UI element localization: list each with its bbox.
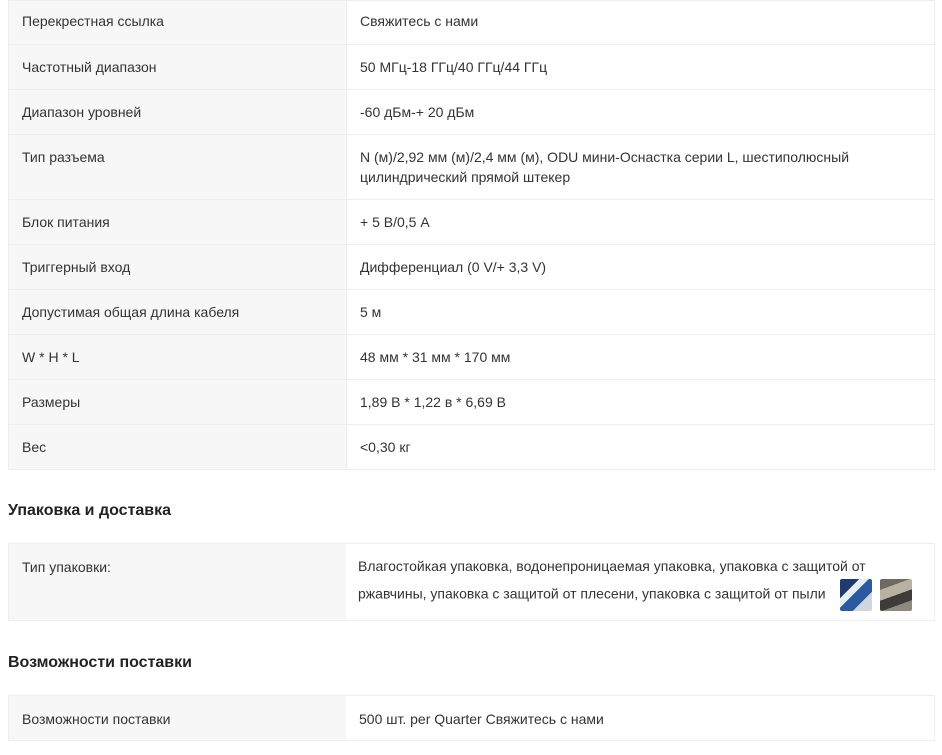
spec-key: Перекрестная ссылка — [8, 0, 347, 45]
table-row: W * H * L 48 мм * 31 мм * 170 мм — [8, 334, 935, 380]
packaging-row: Тип упаковки: Влагостойкая упаковка, вод… — [8, 543, 935, 621]
spec-value: <0,30 кг — [346, 424, 935, 470]
spec-key: Вес — [8, 424, 347, 470]
packaging-value: Влагостойкая упаковка, водонепроницаемая… — [358, 558, 866, 602]
spec-key: Частотный диапазон — [8, 44, 347, 90]
spec-key: Допустимая общая длина кабеля — [8, 289, 347, 335]
supply-row: Возможности поставки 500 шт. per Quarter… — [8, 695, 935, 741]
supply-key: Возможности поставки — [9, 696, 346, 740]
spec-key: Диапазон уровней — [8, 89, 347, 135]
spec-value: Дифференциал (0 V/+ 3,3 V) — [346, 244, 935, 290]
spec-key: Блок питания — [8, 199, 347, 245]
table-row: Блок питания + 5 В/0,5 А — [8, 199, 935, 245]
packaging-key: Тип упаковки: — [9, 544, 346, 620]
table-row: Размеры 1,89 В * 1,22 в * 6,69 В — [8, 379, 935, 425]
table-row: Триггерный вход Дифференциал (0 V/+ 3,3 … — [8, 244, 935, 290]
specifications-table: Перекрестная ссылка Свяжитесь с нами Час… — [8, 0, 935, 470]
spec-value: 5 м — [346, 289, 935, 335]
table-row: Перекрестная ссылка Свяжитесь с нами — [8, 0, 935, 45]
spec-key: Триггерный вход — [8, 244, 347, 290]
packaging-thumbnails — [839, 579, 912, 611]
table-row: Допустимая общая длина кабеля 5 м — [8, 289, 935, 335]
packaging-value-cell: Влагостойкая упаковка, водонепроницаемая… — [346, 544, 934, 620]
spec-value: -60 дБм-+ 20 дБм — [346, 89, 935, 135]
table-row: Вес <0,30 кг — [8, 424, 935, 470]
supply-value: 500 шт. per Quarter Свяжитесь с нами — [359, 711, 604, 727]
table-row: Частотный диапазон 50 МГц-18 ГГц/40 ГГц/… — [8, 44, 935, 90]
spec-value: Свяжитесь с нами — [346, 0, 935, 45]
warehouse-photo-icon[interactable] — [879, 579, 912, 611]
spec-key: Тип разъема — [8, 134, 347, 200]
spec-value: 1,89 В * 1,22 в * 6,69 В — [346, 379, 935, 425]
spec-value: + 5 В/0,5 А — [346, 199, 935, 245]
packaging-section-title: Упаковка и доставка — [8, 502, 172, 519]
spec-key: W * H * L — [8, 334, 347, 380]
table-row: Диапазон уровней -60 дБм-+ 20 дБм — [8, 89, 935, 135]
spec-value: 50 МГц-18 ГГц/40 ГГц/44 ГГц — [346, 44, 935, 90]
spec-key: Размеры — [8, 379, 347, 425]
table-row: Тип разъема N (м)/2,92 мм (м)/2,4 мм (м)… — [8, 134, 935, 200]
spec-value: 48 мм * 31 мм * 170 мм — [346, 334, 935, 380]
packaging-photo-icon[interactable] — [839, 579, 872, 611]
spec-value: N (м)/2,92 мм (м)/2,4 мм (м), ODU мини-О… — [346, 134, 935, 200]
supply-section-title: Возможности поставки — [8, 654, 192, 671]
